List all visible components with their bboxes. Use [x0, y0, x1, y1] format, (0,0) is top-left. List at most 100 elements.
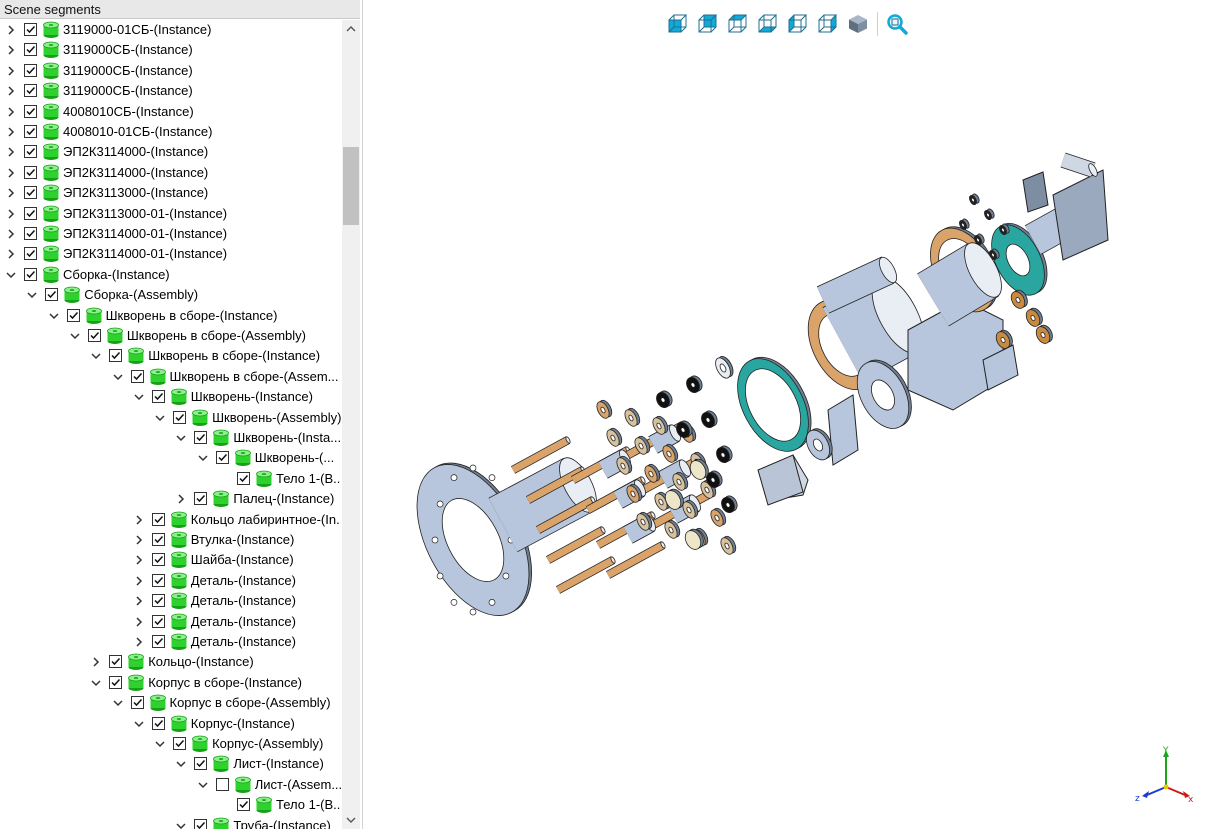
visibility-checkbox[interactable] — [237, 471, 250, 485]
visibility-checkbox[interactable] — [24, 145, 37, 159]
chevron-right-icon[interactable] — [4, 247, 18, 261]
tree-row[interactable]: Шкворень в сборе-(Assembly) — [0, 326, 341, 346]
visibility-checkbox[interactable] — [24, 84, 37, 98]
tree-row[interactable]: ЭП2К3113000-01-(Instance) — [0, 204, 341, 224]
chevron-down-icon[interactable] — [68, 329, 82, 343]
tree-row[interactable]: ЭП2К3114000-(Instance) — [0, 163, 341, 183]
visibility-checkbox[interactable] — [237, 798, 250, 812]
tree-row[interactable]: Лист-(Assem... — [0, 775, 341, 795]
tree-row[interactable]: Сборка-(Instance) — [0, 265, 341, 285]
visibility-checkbox[interactable] — [173, 410, 187, 424]
tree-row[interactable]: Втулка-(Instance) — [0, 530, 341, 550]
visibility-checkbox[interactable] — [45, 288, 59, 302]
chevron-right-icon[interactable] — [4, 227, 18, 241]
tree-row[interactable]: Тело 1-(B... — [0, 795, 341, 815]
chevron-right-icon[interactable] — [174, 492, 188, 506]
visibility-checkbox[interactable] — [24, 125, 37, 138]
tree-row[interactable]: 3119000СБ-(Instance) — [0, 61, 341, 81]
visibility-checkbox[interactable] — [109, 349, 123, 363]
scroll-up-button[interactable] — [342, 20, 360, 38]
visibility-checkbox[interactable] — [130, 369, 144, 383]
visibility-checkbox[interactable] — [173, 737, 187, 750]
chevron-down-icon[interactable] — [196, 451, 210, 465]
chevron-down-icon[interactable] — [174, 819, 188, 829]
scroll-down-button[interactable] — [342, 811, 360, 829]
tree-row[interactable]: ЭП2К3114000-01-(Instance) — [0, 224, 341, 244]
tree-row[interactable]: Деталь-(Instance) — [0, 571, 341, 591]
tree-row[interactable]: Шкворень в сборе-(Assem... — [0, 367, 341, 387]
visibility-checkbox[interactable] — [24, 247, 37, 261]
chevron-down-icon[interactable] — [153, 411, 167, 425]
chevron-right-icon[interactable] — [89, 655, 103, 669]
chevron-down-icon[interactable] — [132, 390, 146, 404]
chevron-right-icon[interactable] — [4, 64, 18, 78]
chevron-down-icon[interactable] — [153, 737, 167, 751]
tree-row[interactable]: 4008010-01СБ-(Instance) — [0, 122, 341, 142]
visibility-checkbox[interactable] — [66, 308, 80, 322]
visibility-checkbox[interactable] — [151, 573, 165, 587]
visibility-checkbox[interactable] — [24, 43, 37, 57]
tree-row[interactable]: Деталь-(Instance) — [0, 632, 341, 652]
chevron-down-icon[interactable] — [4, 268, 18, 282]
chevron-right-icon[interactable] — [4, 166, 18, 180]
visibility-checkbox[interactable] — [24, 267, 37, 281]
tree-row[interactable]: ЭП2К3114000-01-(Instance) — [0, 244, 341, 264]
chevron-down-icon[interactable] — [89, 676, 103, 690]
tree-scrollbar[interactable] — [342, 20, 360, 829]
tree-row[interactable]: Шкворень в сборе-(Instance) — [0, 306, 341, 326]
chevron-right-icon[interactable] — [132, 513, 146, 527]
visibility-checkbox[interactable] — [109, 675, 123, 689]
visibility-checkbox[interactable] — [151, 594, 165, 608]
tree-row[interactable]: Корпус в сборе-(Assembly) — [0, 693, 341, 713]
tree-row[interactable]: 3119000-01СБ-(Instance) — [0, 20, 341, 40]
visibility-checkbox[interactable] — [151, 533, 165, 546]
chevron-right-icon[interactable] — [4, 23, 18, 37]
visibility-checkbox[interactable] — [215, 451, 229, 465]
visibility-checkbox[interactable] — [109, 655, 123, 669]
chevron-right-icon[interactable] — [132, 553, 146, 567]
3d-viewport[interactable]: Y x z — [363, 0, 1206, 829]
visibility-checkbox[interactable] — [151, 553, 165, 567]
visibility-checkbox[interactable] — [24, 165, 37, 179]
tree-row[interactable]: Труба-(Instance) — [0, 816, 341, 829]
chevron-right-icon[interactable] — [4, 125, 18, 139]
visibility-checkbox[interactable] — [24, 186, 37, 200]
chevron-down-icon[interactable] — [111, 696, 125, 710]
chevron-right-icon[interactable] — [4, 105, 18, 119]
scroll-thumb[interactable] — [343, 147, 359, 225]
chevron-right-icon[interactable] — [4, 84, 18, 98]
chevron-right-icon[interactable] — [4, 186, 18, 200]
visibility-checkbox[interactable] — [151, 512, 165, 526]
chevron-right-icon[interactable] — [132, 594, 146, 608]
exploded-assembly-model[interactable] — [363, 0, 1206, 829]
tree-row[interactable]: Шкворень-(... — [0, 448, 341, 468]
tree-row[interactable]: Кольцо-(Instance) — [0, 652, 341, 672]
chevron-right-icon[interactable] — [132, 615, 146, 629]
chevron-down-icon[interactable] — [89, 349, 103, 363]
chevron-right-icon[interactable] — [4, 43, 18, 57]
tree-row[interactable]: Корпус-(Assembly) — [0, 734, 341, 754]
tree-row[interactable]: 4008010СБ-(Instance) — [0, 102, 341, 122]
tree-row[interactable]: Шайба-(Instance) — [0, 550, 341, 570]
tree-row[interactable]: Корпус-(Instance) — [0, 714, 341, 734]
visibility-checkbox[interactable] — [24, 104, 37, 118]
chevron-right-icon[interactable] — [132, 533, 146, 547]
chevron-down-icon[interactable] — [111, 370, 125, 384]
visibility-checkbox[interactable] — [24, 227, 37, 240]
tree-row[interactable]: Тело 1-(B... — [0, 469, 341, 489]
tree-row[interactable]: Сборка-(Assembly) — [0, 285, 341, 305]
visibility-checkbox[interactable] — [87, 329, 101, 342]
visibility-checkbox[interactable] — [194, 492, 208, 506]
chevron-down-icon[interactable] — [47, 309, 61, 323]
visibility-checkbox[interactable] — [24, 63, 37, 77]
chevron-down-icon[interactable] — [196, 778, 210, 792]
visibility-checkbox[interactable] — [194, 818, 208, 829]
visibility-checkbox[interactable] — [151, 614, 165, 628]
visibility-checkbox[interactable] — [194, 431, 208, 444]
visibility-checkbox[interactable] — [130, 696, 144, 710]
tree-row[interactable]: Шкворень-(Assembly) — [0, 408, 341, 428]
tree-row[interactable]: Шкворень-(Instance) — [0, 387, 341, 407]
tree-row[interactable]: Деталь-(Instance) — [0, 612, 341, 632]
chevron-right-icon[interactable] — [4, 207, 18, 221]
visibility-checkbox[interactable] — [151, 390, 165, 404]
